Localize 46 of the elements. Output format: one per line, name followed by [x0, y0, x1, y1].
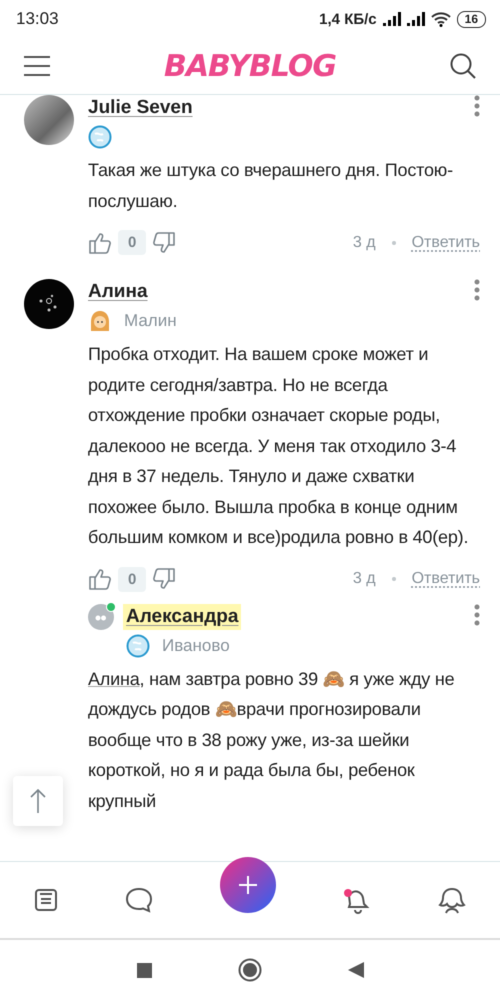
thumbs-up-icon[interactable]	[88, 567, 112, 591]
search-icon[interactable]	[450, 53, 476, 79]
thumbs-up-icon[interactable]	[88, 230, 112, 254]
clock-time: 13:03	[16, 9, 59, 29]
separator-dot-icon	[392, 240, 396, 244]
back-icon[interactable]	[348, 962, 364, 978]
comment-text: Пробка отходит. На вашем сроке может и родите сегодня/завтра. Но не всегда отхождение пробки означает скорые роды, далекооо не всегда. У меня так отходило 3-4 дня в 37 недель. Тянуло и даже схватки похожее было. Вышла пробка в конце одним большим комком и все)родила ровно в 40(ер).	[88, 343, 470, 549]
up-arrow-icon	[30, 789, 46, 813]
globe-badge-icon	[126, 634, 150, 658]
avatar-icon[interactable]	[24, 279, 74, 329]
signal-icon	[382, 12, 401, 26]
rating-count: 0	[118, 566, 146, 592]
menu-icon[interactable]	[24, 56, 50, 76]
more-options-icon[interactable]	[474, 604, 480, 626]
network-speed: 1,4 КБ/с	[319, 10, 377, 28]
battery-level: 16	[456, 10, 486, 28]
author-name[interactable]: Алина	[85, 279, 151, 305]
girl-badge-icon	[88, 309, 112, 333]
bell-icon[interactable]	[343, 886, 372, 914]
plus-icon	[238, 876, 257, 894]
thumbs-down-icon[interactable]	[152, 567, 176, 591]
recent-apps-icon[interactable]	[136, 962, 152, 978]
comment-text: Такая же штука со вчерашнего дня. Постою-послушаю.	[88, 159, 454, 213]
comment-text: Алина, нам завтра ровно 39 🙈 я уже жду не дождусь родов 🙈врачи прогнозировали вообще что в 38 рожу уже, из-за шейки короткой, но я и рада была бы, ребенок крупный	[88, 668, 456, 813]
site-logo[interactable]: BABYBLOG	[164, 48, 336, 84]
thumbs-down-icon[interactable]	[152, 230, 176, 254]
city-label: Малин	[124, 311, 177, 331]
author-name[interactable]: Александра	[123, 604, 242, 630]
more-options-icon[interactable]	[474, 279, 480, 301]
city-label: Иваново	[162, 636, 230, 656]
scroll-to-top-button[interactable]	[13, 776, 63, 826]
separator-dot-icon	[392, 577, 396, 581]
wifi-icon	[430, 12, 451, 26]
feed-icon[interactable]	[34, 888, 58, 912]
comment-time: 3 д	[352, 234, 376, 252]
globe-badge-icon	[88, 125, 112, 149]
user-icon[interactable]	[438, 886, 466, 914]
more-options-icon[interactable]	[474, 95, 480, 117]
photo-placeholder[interactable]	[24, 95, 74, 145]
signal-icon	[406, 12, 425, 26]
rating-count: 0	[118, 230, 146, 255]
home-icon[interactable]	[238, 958, 262, 982]
author-name[interactable]: Julie Seven	[85, 95, 196, 121]
mention-link[interactable]: Алина	[88, 668, 140, 688]
chat-bubble-icon[interactable]	[124, 887, 153, 913]
comment-time: 3 д	[352, 570, 376, 588]
